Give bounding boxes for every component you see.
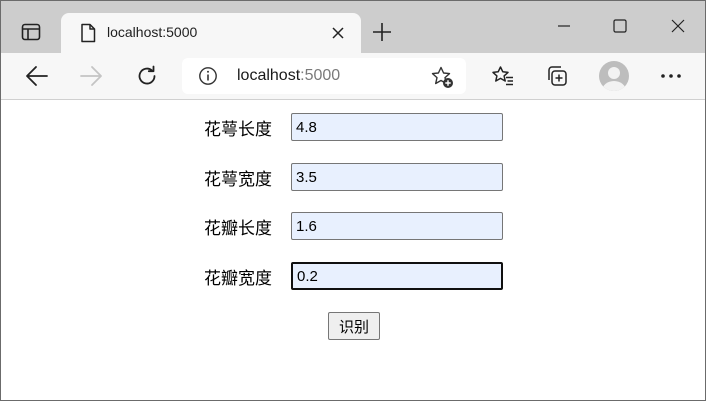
collections-button[interactable]: [541, 60, 573, 92]
minimize-icon: [558, 25, 570, 27]
profile-avatar[interactable]: [599, 61, 629, 91]
sepal-width-input[interactable]: [291, 163, 503, 191]
maximize-button[interactable]: [603, 11, 637, 41]
refresh-button[interactable]: [131, 60, 163, 92]
close-window-button[interactable]: [661, 11, 695, 41]
petal-length-input[interactable]: [291, 212, 503, 240]
address-text[interactable]: localhost:5000: [237, 67, 340, 85]
collections-icon: [548, 66, 567, 86]
page-icon: [81, 23, 96, 43]
close-window-icon: [671, 19, 685, 33]
more-button[interactable]: [655, 60, 687, 92]
tab-strip: localhost:5000: [1, 1, 705, 53]
close-icon: [332, 27, 344, 39]
tab-title: localhost:5000: [107, 24, 198, 40]
favorites-icon: [492, 66, 513, 86]
address-bar[interactable]: localhost:5000: [182, 58, 466, 94]
tab-active[interactable]: localhost:5000: [61, 13, 361, 53]
tab-actions-button[interactable]: [11, 15, 51, 49]
address-host: localhost: [237, 67, 301, 84]
page-content: 花萼长度 花萼宽度 花瓣长度 花瓣宽度 识别: [1, 100, 705, 400]
minimize-button[interactable]: [547, 11, 581, 41]
forward-icon: [80, 66, 102, 86]
form-row-petal-length: 花瓣长度: [1, 212, 705, 240]
add-favorite-icon[interactable]: [430, 65, 454, 89]
plus-icon: [373, 23, 391, 41]
sepal-width-label: 花萼宽度: [204, 170, 272, 190]
refresh-icon: [138, 65, 156, 85]
toolbar: localhost:5000: [1, 53, 705, 100]
back-icon: [26, 66, 48, 86]
favorites-button[interactable]: [487, 60, 519, 92]
petal-width-label: 花瓣宽度: [204, 269, 272, 289]
form-row-petal-width: 花瓣宽度: [1, 262, 705, 290]
forward-button[interactable]: [75, 60, 107, 92]
maximize-icon: [613, 19, 627, 33]
tab-actions-icon: [21, 23, 41, 41]
identify-button[interactable]: 识别: [328, 312, 380, 340]
petal-length-label: 花瓣长度: [204, 219, 272, 239]
more-icon: [661, 74, 681, 78]
back-button[interactable]: [21, 60, 53, 92]
tab-close-button[interactable]: [327, 22, 349, 44]
info-icon[interactable]: [198, 66, 218, 86]
form-row-sepal-width: 花萼宽度: [1, 163, 705, 191]
sepal-length-label: 花萼长度: [204, 120, 272, 140]
profile-icon: [602, 67, 626, 91]
browser-window: localhost:5000 localhost:5000 花萼长度 4.8 花…: [0, 0, 706, 401]
form-row-sepal-length: 花萼长度: [1, 113, 705, 141]
new-tab-button[interactable]: [367, 17, 397, 47]
petal-width-input[interactable]: [291, 262, 503, 290]
address-port: :5000: [300, 67, 341, 84]
sepal-length-input[interactable]: [291, 113, 503, 141]
